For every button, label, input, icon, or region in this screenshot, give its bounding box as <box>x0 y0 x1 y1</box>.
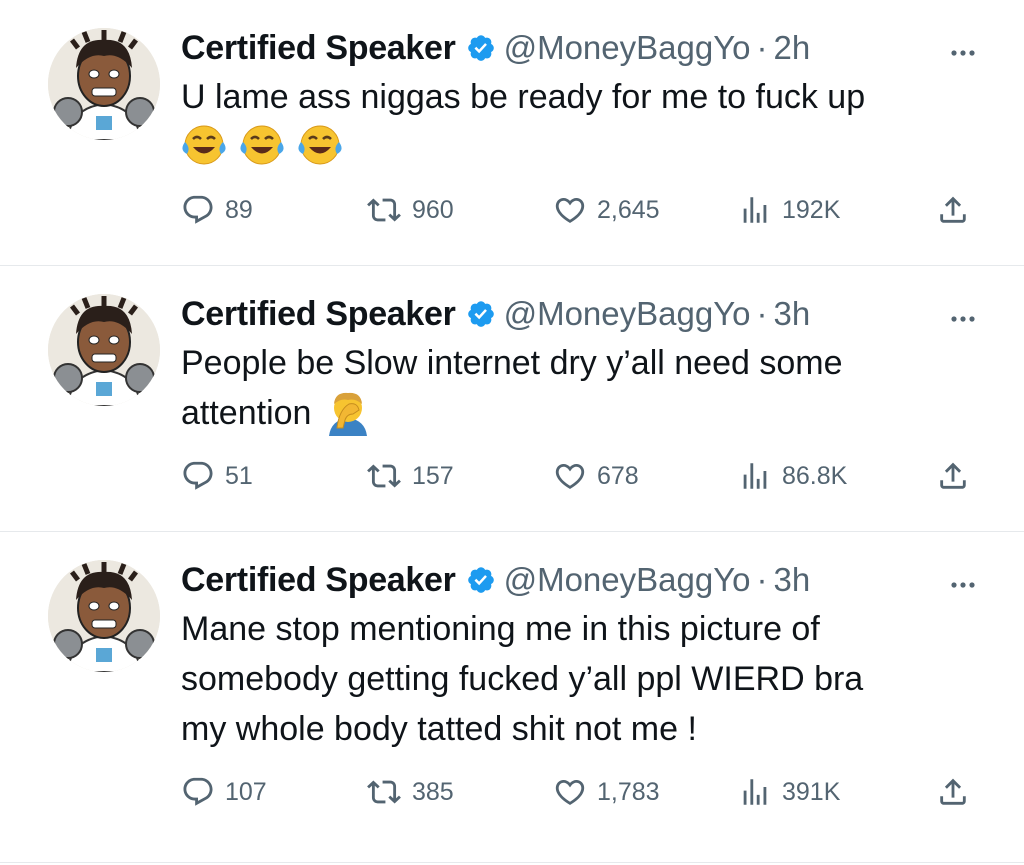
avatar[interactable] <box>48 28 160 140</box>
views-icon <box>743 197 767 223</box>
views-count: 86.8K <box>782 461 848 490</box>
tweet-text-line: my whole body tatted shit not me ! <box>181 710 697 748</box>
reply-count: 89 <box>225 195 253 224</box>
tweet-content: Certified Speaker @MoneyBaggYo · 3h Peop… <box>181 292 984 438</box>
tweet-text-line: somebody getting fucked y’all ppl WIERD … <box>181 660 864 698</box>
tweet-text: People be Slow internet dry y’all need s… <box>181 338 984 438</box>
heart-icon <box>555 197 585 223</box>
avatar[interactable] <box>48 560 160 672</box>
like-count: 678 <box>597 461 639 490</box>
retweet-icon <box>367 198 401 222</box>
views-button[interactable]: 192K <box>738 193 840 227</box>
share-button[interactable] <box>936 775 980 809</box>
reply-icon <box>183 777 213 806</box>
views-icon <box>743 779 767 805</box>
tweet-text: Mane stop mentioning me in this picture … <box>181 604 984 754</box>
like-button[interactable]: 2,645 <box>553 193 660 227</box>
more-options-icon[interactable] <box>950 310 976 328</box>
views-button[interactable]: 86.8K <box>738 459 847 493</box>
author-name[interactable]: Certified Speaker <box>181 295 456 334</box>
reply-icon <box>183 461 213 490</box>
verified-badge-icon <box>466 299 496 329</box>
retweet-button[interactable]: 157 <box>366 459 454 493</box>
retweet-button[interactable]: 960 <box>366 193 454 227</box>
facepalm-emoji-icon <box>323 390 373 436</box>
retweet-count: 157 <box>412 461 454 490</box>
reply-count: 51 <box>225 461 253 490</box>
author-handle[interactable]: @MoneyBaggYo <box>504 29 751 67</box>
share-icon <box>940 778 966 805</box>
separator: · <box>756 29 768 66</box>
like-count: 1,783 <box>597 777 660 806</box>
verified-badge-icon <box>466 565 496 595</box>
heart-icon <box>555 779 585 805</box>
verified-badge-icon <box>466 33 496 63</box>
share-icon <box>940 462 966 489</box>
separator: · <box>756 295 768 332</box>
share-icon <box>940 196 966 223</box>
tears-of-joy-emoji-icon <box>297 124 343 171</box>
reply-count: 107 <box>225 777 267 806</box>
reply-button[interactable]: 89 <box>181 193 253 227</box>
more-options-icon[interactable] <box>950 576 976 594</box>
retweet-count: 385 <box>412 777 454 806</box>
timestamp[interactable]: 2h <box>774 29 811 67</box>
like-button[interactable]: 1,783 <box>553 775 660 809</box>
timestamp[interactable]: 3h <box>774 561 811 599</box>
tears-of-joy-emoji-icon <box>239 124 285 171</box>
tears-of-joy-emoji-icon <box>181 124 227 171</box>
like-count: 2,645 <box>597 195 660 224</box>
avatar[interactable] <box>48 294 160 406</box>
tweet-header: Certified Speaker @MoneyBaggYo · 3h <box>181 292 984 336</box>
reply-button[interactable]: 107 <box>181 775 267 809</box>
tweet-actions: 51 157 678 86.8K <box>181 459 976 499</box>
author-name[interactable]: Certified Speaker <box>181 29 456 68</box>
reply-icon <box>183 195 213 224</box>
emoji-row <box>181 124 984 171</box>
reply-button[interactable]: 51 <box>181 459 253 493</box>
tweet-text-line: People be Slow internet dry y’all need s… <box>181 344 843 382</box>
retweet-icon <box>367 780 401 804</box>
views-icon <box>743 463 767 489</box>
tweet-actions: 89 960 2,645 192K <box>181 193 976 233</box>
tweet-header: Certified Speaker @MoneyBaggYo · 2h <box>181 26 984 70</box>
author-name[interactable]: Certified Speaker <box>181 561 456 600</box>
author-handle[interactable]: @MoneyBaggYo <box>504 295 751 333</box>
views-count: 391K <box>782 777 841 806</box>
separator: · <box>756 561 768 598</box>
tweet-header: Certified Speaker @MoneyBaggYo · 3h <box>181 558 984 602</box>
retweet-count: 960 <box>412 195 454 224</box>
more-options-icon[interactable] <box>950 44 976 62</box>
tweet-text: U lame ass niggas be ready for me to fuc… <box>181 78 866 116</box>
tweet-text-line: Mane stop mentioning me in this picture … <box>181 610 820 648</box>
timestamp[interactable]: 3h <box>774 295 811 333</box>
tweet[interactable]: Certified Speaker @MoneyBaggYo · 3h Peop… <box>0 266 1024 532</box>
retweet-icon <box>367 464 401 488</box>
tweet-actions: 107 385 1,783 391K <box>181 775 976 815</box>
tweet-feed: Certified Speaker @MoneyBaggYo · 2h U la… <box>0 0 1024 863</box>
like-button[interactable]: 678 <box>553 459 639 493</box>
views-button[interactable]: 391K <box>738 775 840 809</box>
tweet-content: Certified Speaker @MoneyBaggYo · 3h Mane… <box>181 558 984 754</box>
share-button[interactable] <box>936 193 980 227</box>
tweet[interactable]: Certified Speaker @MoneyBaggYo · 2h U la… <box>0 0 1024 266</box>
tweet-text-line: attention <box>181 394 312 432</box>
retweet-button[interactable]: 385 <box>366 775 454 809</box>
tweet[interactable]: Certified Speaker @MoneyBaggYo · 3h Mane… <box>0 532 1024 863</box>
share-button[interactable] <box>936 459 980 493</box>
tweet-content: Certified Speaker @MoneyBaggYo · 2h U la… <box>181 26 984 171</box>
heart-icon <box>555 463 585 489</box>
author-handle[interactable]: @MoneyBaggYo <box>504 561 751 599</box>
views-count: 192K <box>782 195 841 224</box>
